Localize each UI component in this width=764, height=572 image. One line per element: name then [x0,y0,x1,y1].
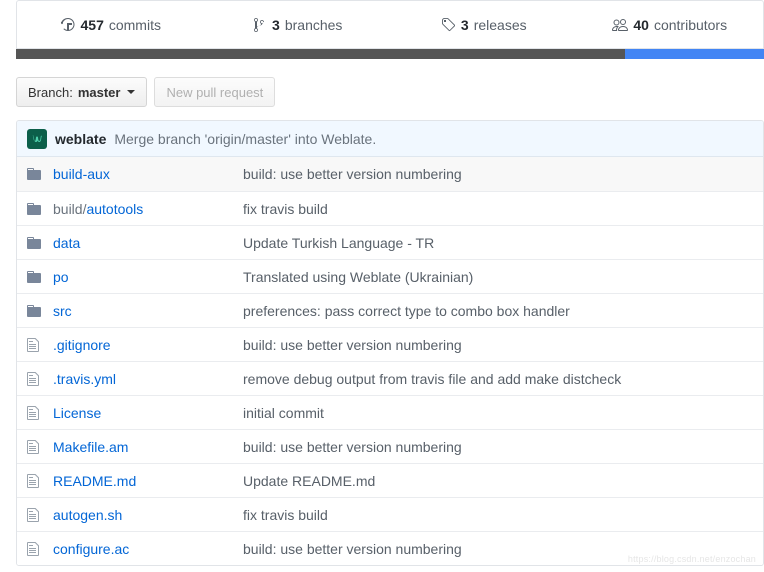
repository-page: 457 commits 3 branches 3 releases 40 contributo… [0,0,764,572]
language-color-bar [16,49,764,59]
file-commit-message[interactable]: build: use better version numbering [243,166,763,182]
table-row: .gitignore build: use better version numb… [17,327,763,361]
table-row: README.md Update README.md [17,463,763,497]
stat-branches[interactable]: 3 branches [204,1,391,48]
file-name-cell: License [53,405,243,421]
stat-label: branches [284,16,343,33]
file-link[interactable]: src [53,303,72,319]
file-icon [27,507,43,523]
file-link[interactable]: .gitignore [53,337,111,353]
table-row: build/autotools fix travis build [17,191,763,225]
file-link[interactable]: autogen.sh [53,507,122,523]
file-link[interactable]: Makefile.am [53,439,128,455]
file-commit-message[interactable]: Update Turkish Language - TR [243,235,763,251]
folder-icon [27,235,43,251]
path-prefix: build/ [53,200,87,217]
avatar [27,128,47,149]
people-icon [612,17,629,33]
file-name-cell: .gitignore [53,337,243,353]
table-row: src preferences: pass correct type to com… [17,293,763,327]
history-icon [60,17,76,33]
file-name-cell: Makefile.am [53,439,243,455]
file-listing-table: weblate Merge branch 'origin/master' int… [16,120,764,566]
file-icon [27,473,43,489]
file-link[interactable]: autotools [86,201,143,217]
file-name-cell: configure.ac [53,541,243,557]
file-commit-message[interactable]: preferences: pass correct type to combo … [243,303,763,319]
file-name-cell: data [53,235,243,251]
file-name-cell: src [53,303,243,319]
branch-name-label: master [77,84,121,100]
folder-icon [27,269,43,285]
repo-toolbar: Branch: master New pull request [16,75,764,109]
file-commit-message[interactable]: fix travis build [243,507,763,523]
folder-icon [27,166,43,182]
file-link[interactable]: README.md [53,473,136,489]
stat-releases[interactable]: 3 releases [390,1,577,48]
chevron-down-icon [127,90,136,94]
file-name-cell: .travis.yml [53,371,243,387]
file-icon [27,337,43,353]
file-name-cell: autogen.sh [53,507,243,523]
file-name-cell: README.md [53,473,243,489]
file-commit-message[interactable]: build: use better version numbering [243,337,763,353]
table-row: autogen.sh fix travis build [17,497,763,531]
git-branch-icon [251,17,267,33]
watermark: https://blog.csdn.net/enzochan [627,554,756,564]
file-commit-message[interactable]: Update README.md [243,473,763,489]
table-row: License initial commit [17,395,763,429]
file-name-cell: po [53,269,243,285]
new-pull-request-label: New pull request [166,84,264,100]
language-segment-secondary-language [624,49,764,59]
file-commit-message[interactable]: initial commit [243,405,763,421]
stat-label: commits [108,16,161,33]
file-commit-message[interactable]: Translated using Weblate (Ukrainian) [243,269,763,285]
file-icon [27,371,43,387]
latest-commit-row: weblate Merge branch 'origin/master' int… [17,121,763,157]
table-row: po Translated using Weblate (Ukrainian) [17,259,763,293]
file-commit-message[interactable]: remove debug output from travis file and… [243,371,763,387]
file-name-cell: build-aux [53,166,243,182]
file-icon [27,541,43,557]
folder-icon [27,201,43,217]
stat-label: contributors [653,16,728,33]
file-icon [27,405,43,421]
table-row: data Update Turkish Language - TR [17,225,763,259]
tag-icon [440,17,456,33]
file-link[interactable]: po [53,269,69,285]
stat-count: 457 [80,16,104,33]
stat-contributors[interactable]: 40 contributors [577,1,764,48]
file-link[interactable]: data [53,235,80,251]
file-commit-message[interactable]: fix travis build [243,201,763,217]
file-link[interactable]: .travis.yml [53,371,116,387]
folder-icon [27,303,43,319]
new-pull-request-button[interactable]: New pull request [154,77,276,107]
file-name-cell: build/autotools [53,201,243,217]
repo-stats-bar: 457 commits 3 branches 3 releases 40 contributo… [16,0,764,49]
stat-label: releases [473,16,527,33]
commit-author[interactable]: weblate [55,131,106,147]
stat-commits[interactable]: 457 commits [17,1,204,48]
table-row: Makefile.am build: use better version num… [17,429,763,463]
file-link[interactable]: build-aux [53,166,110,182]
language-segment-primary-language [16,49,625,59]
table-row: .travis.yml remove debug output from trav… [17,361,763,395]
commit-message[interactable]: Merge branch 'origin/master' into Weblat… [114,131,376,147]
branch-selector-button[interactable]: Branch: master [16,77,148,107]
file-icon [27,439,43,455]
stat-count: 3 [272,16,280,33]
file-link[interactable]: License [53,405,101,421]
stat-count: 40 [633,16,649,33]
stat-count: 3 [460,16,469,33]
file-link[interactable]: configure.ac [53,541,129,557]
table-row: build-aux build: use better version numbe… [17,157,763,191]
file-commit-message[interactable]: build: use better version numbering [243,439,763,455]
branch-prefix-label: Branch: [28,84,73,100]
